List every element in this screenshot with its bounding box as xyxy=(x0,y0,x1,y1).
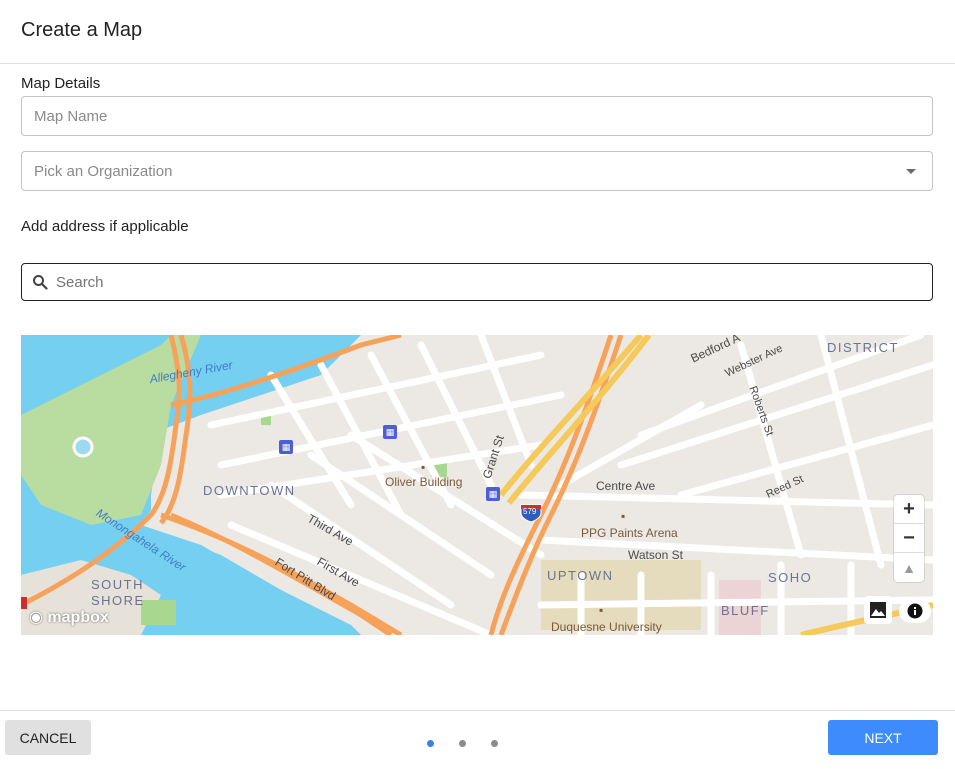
dialog-footer: CANCEL NEXT xyxy=(0,710,955,769)
address-label: Add address if applicable xyxy=(21,218,189,235)
zoom-out-button[interactable]: − xyxy=(894,524,924,553)
map-view[interactable]: ▦ ▦ ▦ Allegheny River Monongahela River … xyxy=(21,335,933,635)
compass-button[interactable]: ▲ xyxy=(894,553,924,582)
park xyxy=(141,600,176,625)
info-icon xyxy=(907,603,923,619)
next-button[interactable]: NEXT xyxy=(828,720,938,755)
transit-icon: ▦ xyxy=(279,440,293,454)
cancel-button[interactable]: CANCEL xyxy=(5,720,91,755)
map-label-downtown: DOWNTOWN xyxy=(203,483,296,498)
fountain xyxy=(72,436,94,458)
map-label-ppg-paints-arena: PPG Paints Arena xyxy=(581,526,678,540)
zoom-controls: + − ▲ xyxy=(894,495,924,582)
map-label-i579: 579 xyxy=(523,507,537,516)
organization-select[interactable]: Pick an Organization xyxy=(21,151,933,191)
map-label-uptown: UPTOWN xyxy=(547,568,614,583)
university-icon: ▪ xyxy=(599,603,604,617)
zoom-in-button[interactable]: + xyxy=(894,495,924,524)
dialog-title: Create a Map xyxy=(21,19,143,41)
mapbox-logo-text: mapbox xyxy=(47,609,109,626)
map-style-button[interactable] xyxy=(864,596,892,624)
map-name-field[interactable] xyxy=(21,96,933,136)
map-label-soho: SOHO xyxy=(768,570,813,585)
transit-icon: ▦ xyxy=(486,487,500,501)
map-label-watson-st: Watson St xyxy=(628,548,683,562)
attribution-info-button[interactable] xyxy=(899,599,931,623)
building-icon: ▪ xyxy=(421,460,426,474)
map-label-south: SOUTH xyxy=(91,577,144,592)
map-label-bluff: BLUFF xyxy=(721,603,770,618)
arena-icon: ▪ xyxy=(621,509,626,523)
map-label-hill-district: DISTRICT xyxy=(827,340,899,355)
mapbox-logo-icon: ◉ xyxy=(29,609,43,626)
map-label-oliver-building: Oliver Building xyxy=(385,475,463,489)
interstate-shield-partial xyxy=(21,597,27,609)
chevron-down-icon[interactable] xyxy=(906,169,916,174)
map-label-duquesne-university: Duquesne University xyxy=(551,620,662,634)
map-name-input[interactable] xyxy=(22,97,932,135)
step-indicator-3 xyxy=(491,740,498,747)
step-indicator-2 xyxy=(459,740,466,747)
map-details-label: Map Details xyxy=(21,75,101,92)
step-indicator-1 xyxy=(427,740,434,747)
map-label-shore: SHORE xyxy=(91,593,145,608)
image-icon xyxy=(870,602,886,618)
search-icon xyxy=(33,275,48,290)
address-search-field[interactable] xyxy=(21,263,933,301)
transit-icon: ▦ xyxy=(383,425,397,439)
map-label-centre-ave: Centre Ave xyxy=(596,479,656,493)
mapbox-logo[interactable]: ◉ mapbox xyxy=(29,607,109,627)
dialog-header: Create a Map xyxy=(0,0,955,64)
address-search-input[interactable] xyxy=(56,264,916,300)
organization-placeholder: Pick an Organization xyxy=(34,163,173,180)
